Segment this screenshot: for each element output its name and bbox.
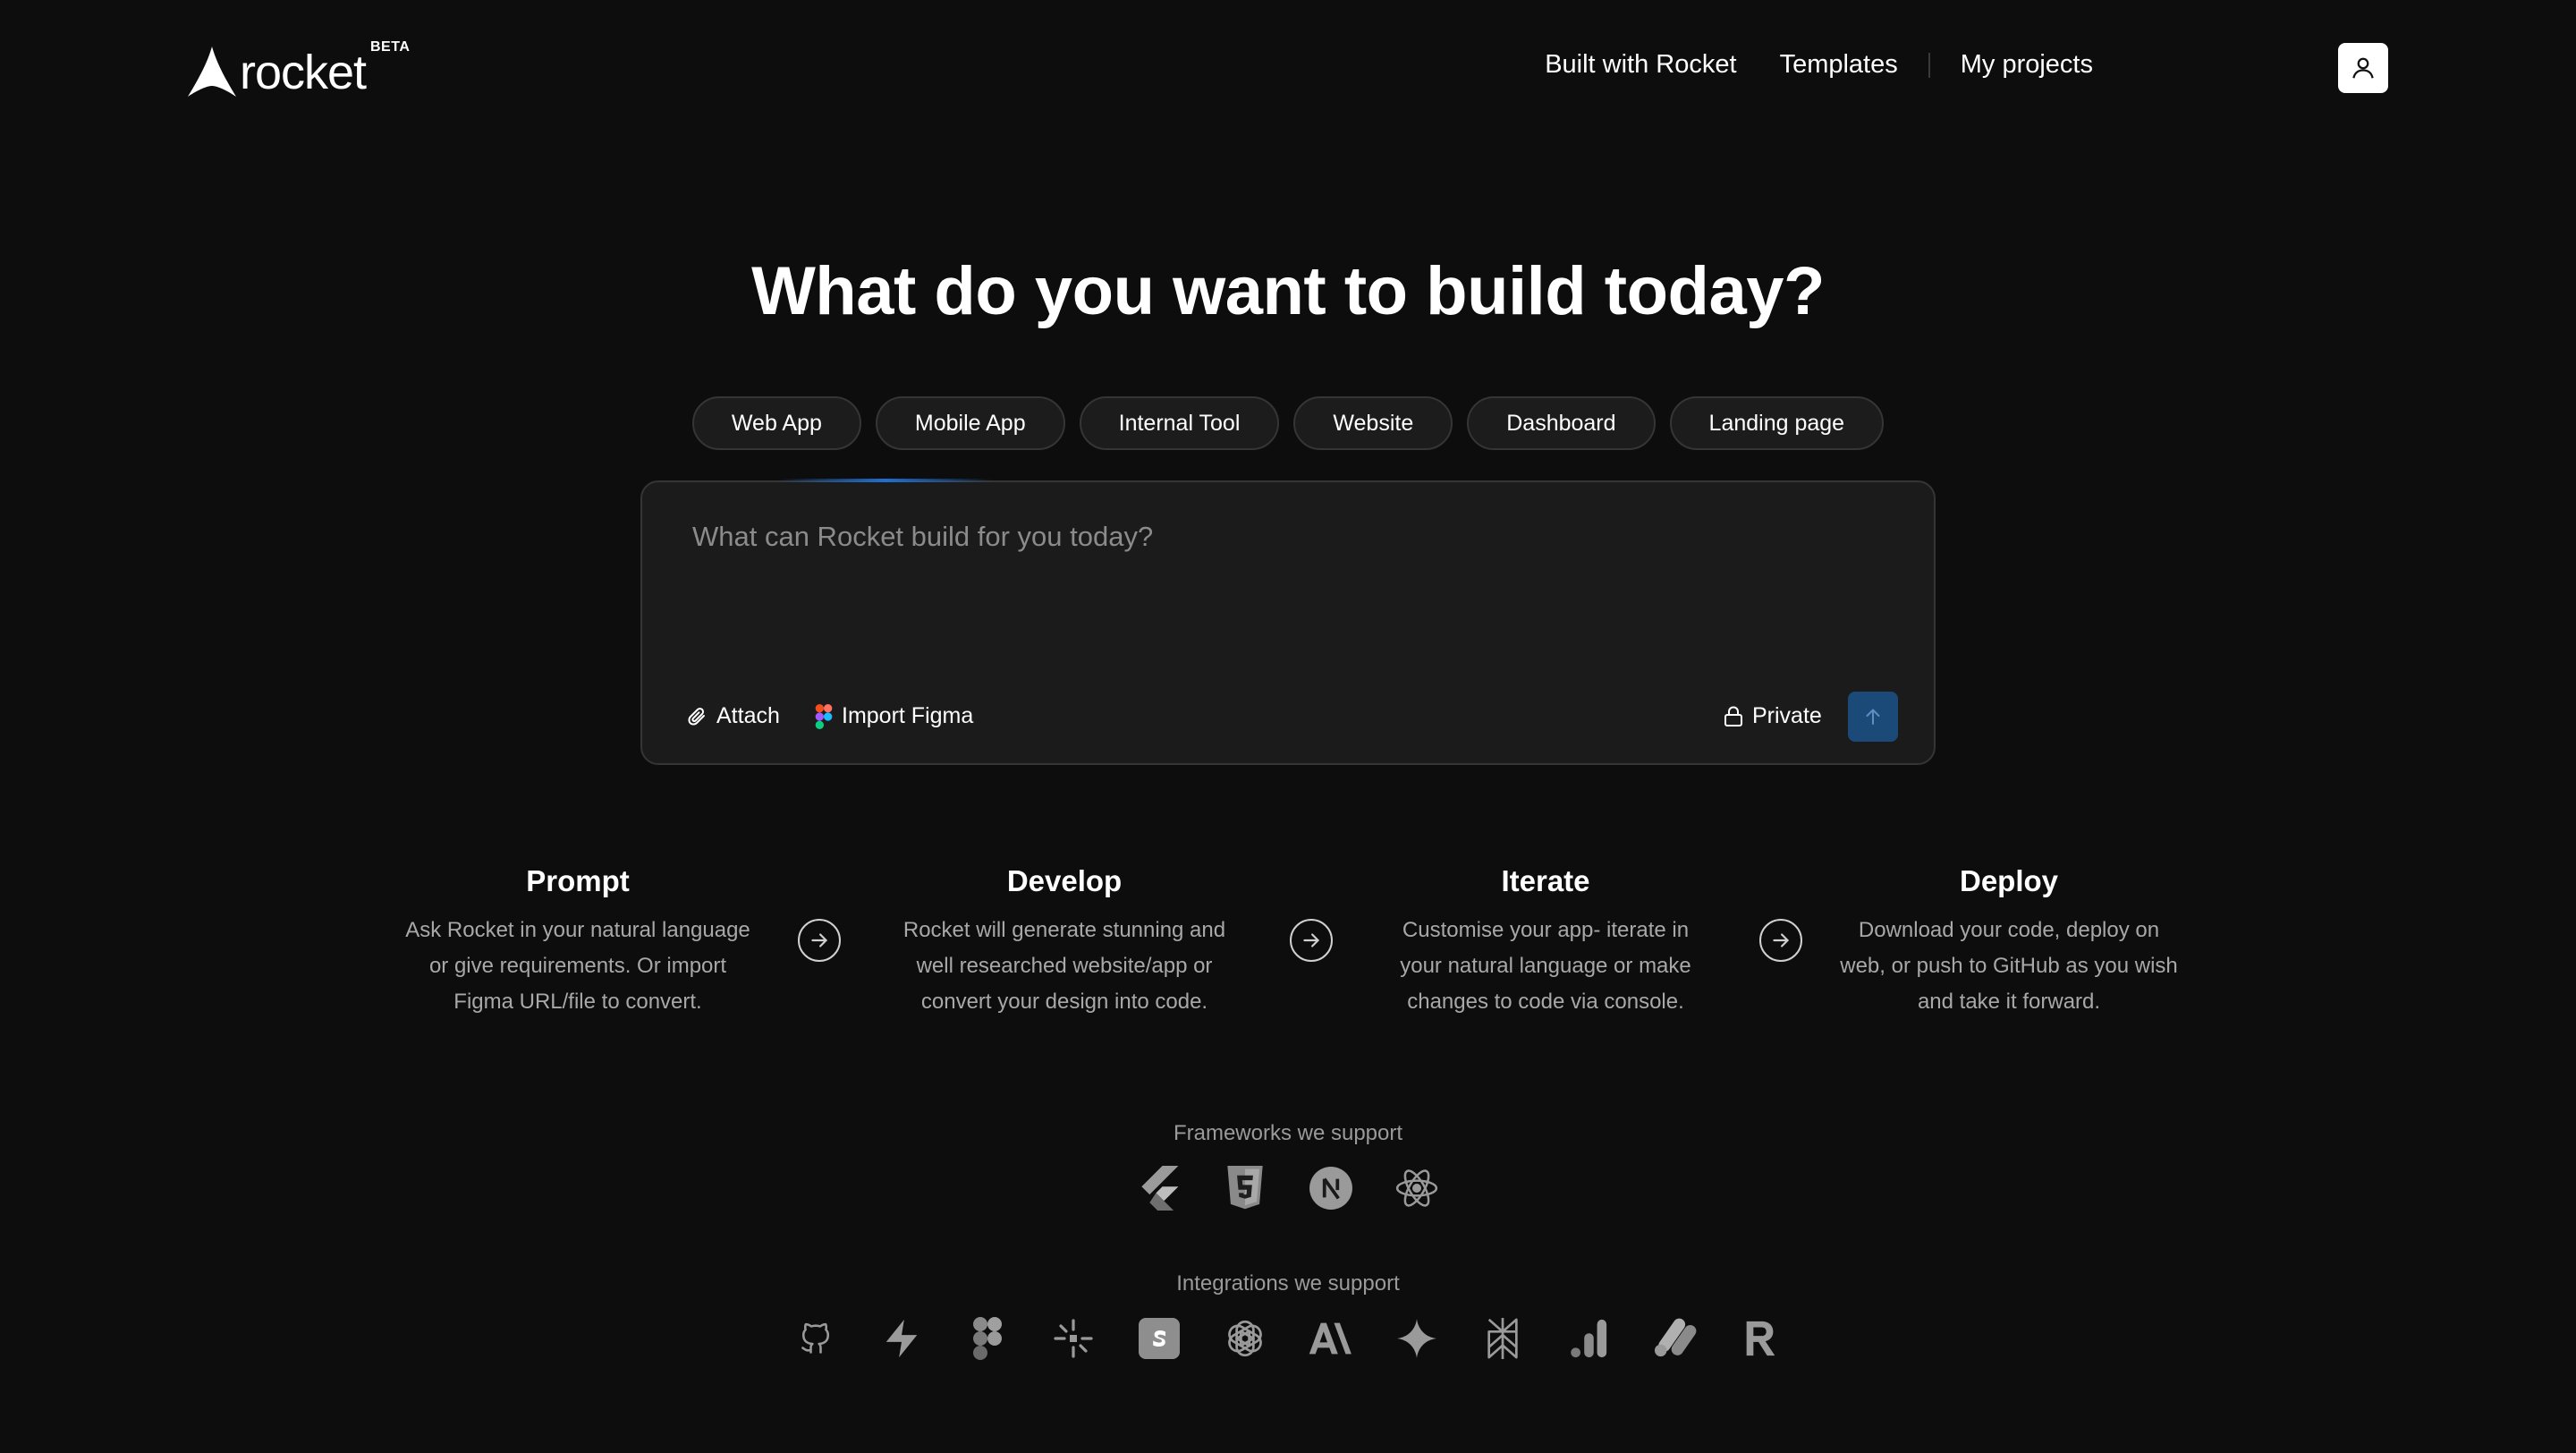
resend-icon bbox=[1735, 1313, 1785, 1364]
step-title: Iterate bbox=[1501, 864, 1590, 897]
frameworks-label: Frameworks we support bbox=[1173, 1121, 1403, 1145]
user-icon bbox=[2352, 57, 2374, 79]
nav-built-with-rocket[interactable]: Built with Rocket bbox=[1545, 50, 1736, 80]
step-title: Develop bbox=[1006, 864, 1123, 897]
arrow-right-circle-icon bbox=[798, 919, 841, 962]
step-deploy: Deploy Download your code, deploy on web… bbox=[1839, 864, 2179, 1020]
flutter-icon bbox=[1134, 1163, 1184, 1213]
step-develop: Develop Rocket will generate stunning an… bbox=[886, 864, 1243, 1020]
integrations-icons bbox=[0, 1313, 2576, 1364]
step-prompt: Prompt Ask Rocket in your natural langua… bbox=[399, 864, 757, 1020]
anthropic-icon bbox=[1306, 1313, 1356, 1364]
top-nav: Built with Rocket Templates My projects bbox=[1545, 50, 2093, 80]
prompt-input[interactable] bbox=[692, 521, 1855, 553]
step-title: Deploy bbox=[1959, 864, 2059, 897]
import-figma-button[interactable]: Import Figma bbox=[815, 703, 973, 729]
tab-website[interactable]: Website bbox=[1293, 396, 1453, 450]
tab-mobile-app[interactable]: Mobile App bbox=[875, 396, 1065, 450]
step-title: Prompt bbox=[526, 864, 630, 897]
figma-icon bbox=[962, 1313, 1013, 1364]
spark-icon bbox=[1048, 1313, 1098, 1364]
frameworks-icons bbox=[0, 1163, 2576, 1213]
lock-icon bbox=[1724, 705, 1742, 726]
figma-color-icon bbox=[815, 703, 833, 729]
arrow-right-circle-icon bbox=[1759, 919, 1802, 962]
import-figma-label: Import Figma bbox=[842, 703, 974, 728]
step-description: Ask Rocket in your natural language or g… bbox=[405, 918, 750, 1014]
logo-wordmark: rocket bbox=[240, 46, 367, 99]
tab-dashboard[interactable]: Dashboard bbox=[1467, 396, 1656, 450]
nav-my-projects[interactable]: My projects bbox=[1961, 50, 2093, 80]
send-button[interactable] bbox=[1848, 692, 1898, 742]
step-iterate: Iterate Customise your app- iterate in y… bbox=[1385, 864, 1707, 1020]
arrow-up-icon bbox=[1866, 709, 1880, 725]
gemini-icon bbox=[1392, 1313, 1442, 1364]
user-account-button[interactable] bbox=[2338, 43, 2388, 93]
nav-templates[interactable]: Templates bbox=[1780, 50, 1898, 80]
step-description: Download your code, deploy on web, or pu… bbox=[1840, 918, 2178, 1014]
rocket-logo-icon bbox=[188, 47, 236, 97]
nextjs-icon bbox=[1306, 1163, 1356, 1213]
project-type-tabs: Web App Mobile App Internal Tool Website… bbox=[0, 396, 2576, 450]
perplexity-icon bbox=[1478, 1313, 1528, 1364]
supabase-icon bbox=[877, 1313, 927, 1364]
rocket-logo[interactable]: rocket bbox=[188, 41, 367, 99]
paperclip-icon bbox=[688, 707, 705, 726]
step-description: Rocket will generate stunning and well r… bbox=[902, 918, 1226, 1014]
page-title: What do you want to build today? bbox=[751, 253, 1825, 329]
private-label: Private bbox=[1752, 703, 1822, 728]
arrow-right-circle-icon bbox=[1290, 919, 1333, 962]
tab-internal-tool[interactable]: Internal Tool bbox=[1079, 396, 1280, 450]
github-icon bbox=[791, 1313, 841, 1364]
tab-landing-page[interactable]: Landing page bbox=[1669, 396, 1885, 450]
attach-button[interactable]: Attach bbox=[686, 703, 780, 729]
nav-divider bbox=[1928, 52, 1930, 78]
react-icon bbox=[1392, 1163, 1442, 1213]
tab-web-app[interactable]: Web App bbox=[691, 396, 861, 450]
integrations-label: Integrations we support bbox=[1176, 1271, 1400, 1296]
private-toggle[interactable]: Private bbox=[1724, 703, 1822, 729]
adsense-icon bbox=[1649, 1313, 1699, 1364]
attach-label: Attach bbox=[716, 703, 780, 728]
step-description: Customise your app- iterate in your natu… bbox=[1400, 918, 1691, 1014]
html5-icon bbox=[1220, 1163, 1270, 1213]
stripe-icon bbox=[1134, 1313, 1184, 1364]
google-analytics-icon bbox=[1563, 1313, 1614, 1364]
active-tab-glow bbox=[778, 479, 993, 482]
beta-badge: BETA bbox=[370, 39, 411, 55]
openai-icon bbox=[1220, 1313, 1270, 1364]
